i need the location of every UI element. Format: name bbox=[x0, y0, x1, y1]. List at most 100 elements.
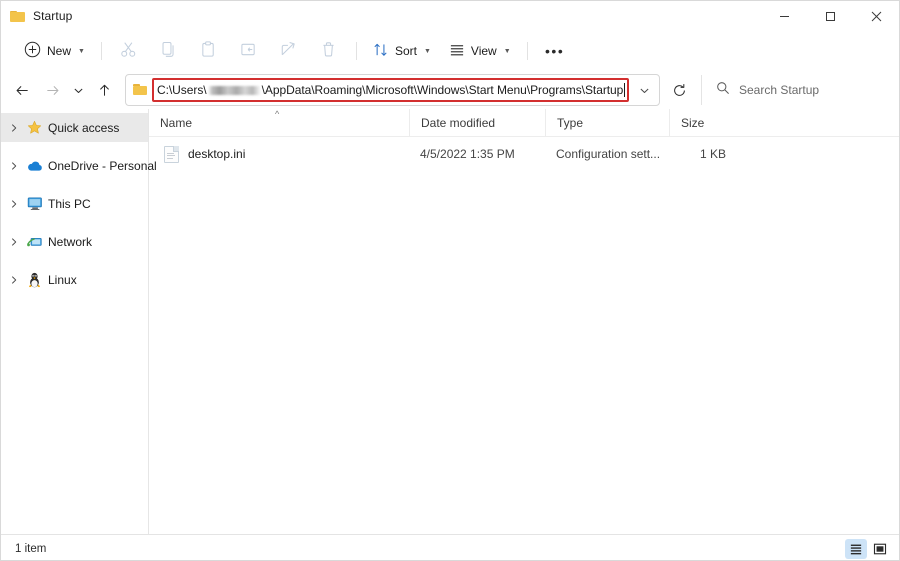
sidebar-item-linux[interactable]: Linux bbox=[1, 265, 148, 294]
monitor-icon bbox=[26, 196, 43, 212]
forward-button[interactable] bbox=[37, 75, 67, 105]
sidebar-item-this-pc[interactable]: This PC bbox=[1, 189, 148, 218]
chevron-down-icon: ▼ bbox=[503, 47, 511, 55]
redacted-username bbox=[207, 85, 261, 95]
penguin-icon bbox=[26, 272, 43, 288]
cut-button[interactable] bbox=[109, 36, 149, 66]
address-dropdown-button[interactable] bbox=[631, 77, 657, 103]
text-cursor bbox=[624, 83, 625, 97]
chevron-down-icon: ▼ bbox=[78, 47, 85, 55]
minimize-button[interactable] bbox=[761, 1, 807, 31]
sort-icon bbox=[373, 42, 389, 61]
chevron-right-icon[interactable] bbox=[7, 123, 21, 133]
see-more-button[interactable]: ••• bbox=[535, 36, 575, 66]
view-button[interactable]: View ▼ bbox=[440, 36, 520, 66]
ellipsis-icon: ••• bbox=[545, 43, 565, 59]
maximize-button[interactable] bbox=[807, 1, 853, 31]
ini-file-icon bbox=[164, 145, 179, 163]
chevron-down-icon: ▼ bbox=[423, 47, 431, 55]
command-bar: New ▼ Sort ▼ View ▼ ••• bbox=[1, 31, 899, 71]
chevron-right-icon[interactable] bbox=[7, 275, 21, 285]
table-row[interactable]: desktop.ini 4/5/2022 1:35 PM Configurati… bbox=[149, 139, 899, 169]
address-path-prefix: C:\Users\ bbox=[157, 83, 207, 97]
address-bar[interactable]: C:\Users\ \AppData\Roaming\Microsoft\Wind… bbox=[125, 74, 660, 106]
network-icon bbox=[26, 234, 43, 250]
rename-button[interactable] bbox=[229, 36, 269, 66]
view-button-label: View bbox=[470, 44, 497, 58]
chevron-right-icon[interactable] bbox=[7, 237, 21, 247]
item-count-label: 1 item bbox=[15, 543, 47, 555]
details-view-button[interactable] bbox=[845, 539, 867, 559]
cut-icon bbox=[120, 41, 137, 61]
navigation-pane: Quick access OneDrive - Personal This PC… bbox=[1, 109, 157, 534]
window-title-group: Startup bbox=[1, 9, 72, 23]
up-button[interactable] bbox=[89, 75, 119, 105]
sidebar-item-label: OneDrive - Personal bbox=[48, 158, 157, 173]
file-list-pane: Name ^ Date modified Type Size desktop.i… bbox=[149, 109, 899, 534]
column-header-type[interactable]: Type bbox=[545, 109, 669, 136]
window-controls bbox=[761, 1, 899, 31]
column-header-name[interactable]: Name ^ bbox=[149, 109, 409, 136]
search-input[interactable]: Search Startup bbox=[739, 83, 819, 97]
status-bar: 1 item bbox=[1, 534, 899, 560]
view-toggle-group bbox=[845, 539, 891, 559]
sidebar-item-onedrive[interactable]: OneDrive - Personal bbox=[1, 151, 157, 180]
file-explorer-window: Startup New ▼ Sort ▼ View ▼ ••• C:\Users… bbox=[0, 0, 900, 561]
new-button-label: New bbox=[47, 44, 72, 58]
file-type: Configuration sett... bbox=[556, 147, 661, 161]
column-header-date-modified[interactable]: Date modified bbox=[409, 109, 545, 136]
chevron-right-icon[interactable] bbox=[7, 199, 21, 209]
address-path-highlight[interactable]: C:\Users\ \AppData\Roaming\Microsoft\Wind… bbox=[152, 78, 629, 102]
sidebar-item-quick-access[interactable]: Quick access bbox=[1, 113, 148, 142]
paste-button[interactable] bbox=[189, 36, 229, 66]
toolbar-divider-3 bbox=[526, 42, 528, 60]
file-name: desktop.ini bbox=[188, 147, 246, 161]
column-header-label: Type bbox=[557, 115, 584, 130]
file-name-cell: desktop.ini bbox=[149, 139, 409, 169]
sort-ascending-icon: ^ bbox=[275, 109, 280, 119]
new-button[interactable]: New ▼ bbox=[15, 36, 94, 66]
sidebar-item-label: Linux bbox=[48, 272, 77, 287]
search-box[interactable]: Search Startup bbox=[701, 75, 889, 105]
file-date-modified: 4/5/2022 1:35 PM bbox=[420, 147, 515, 161]
delete-icon bbox=[320, 41, 337, 61]
folder-icon bbox=[10, 10, 26, 23]
share-button[interactable] bbox=[269, 36, 309, 66]
star-icon bbox=[26, 120, 43, 136]
paste-icon bbox=[200, 41, 217, 61]
refresh-button[interactable] bbox=[663, 75, 695, 105]
sidebar-item-label: Network bbox=[48, 234, 93, 249]
window-title: Startup bbox=[33, 9, 73, 23]
chevron-right-icon[interactable] bbox=[7, 161, 21, 171]
share-icon bbox=[280, 41, 297, 61]
sidebar-item-label: This PC bbox=[48, 196, 91, 211]
copy-button[interactable] bbox=[149, 36, 189, 66]
file-size: 1 KB bbox=[699, 147, 726, 161]
toolbar-divider-2 bbox=[355, 42, 357, 60]
delete-button[interactable] bbox=[309, 36, 349, 66]
back-button[interactable] bbox=[7, 75, 37, 105]
column-header-label: Date modified bbox=[421, 115, 496, 130]
rename-icon bbox=[240, 41, 257, 61]
column-headers: Name ^ Date modified Type Size bbox=[149, 109, 899, 137]
sort-button[interactable]: Sort ▼ bbox=[364, 36, 440, 66]
sort-button-label: Sort bbox=[394, 44, 417, 58]
recent-locations-button[interactable] bbox=[67, 75, 89, 105]
copy-icon bbox=[160, 41, 177, 61]
address-folder-icon bbox=[133, 84, 148, 96]
sidebar-item-label: Quick access bbox=[48, 120, 120, 135]
large-icons-view-button[interactable] bbox=[869, 539, 891, 559]
plus-circle-icon bbox=[24, 41, 41, 61]
address-path-suffix: \AppData\Roaming\Microsoft\Windows\Start… bbox=[261, 83, 624, 97]
cloud-icon bbox=[26, 158, 43, 174]
explorer-body: Quick access OneDrive - Personal This PC… bbox=[1, 109, 899, 534]
column-header-label: Size bbox=[681, 115, 705, 130]
close-button[interactable] bbox=[853, 1, 899, 31]
sidebar-item-network[interactable]: Network bbox=[1, 227, 148, 256]
column-header-size[interactable]: Size bbox=[669, 109, 735, 136]
toolbar-divider bbox=[100, 42, 102, 60]
